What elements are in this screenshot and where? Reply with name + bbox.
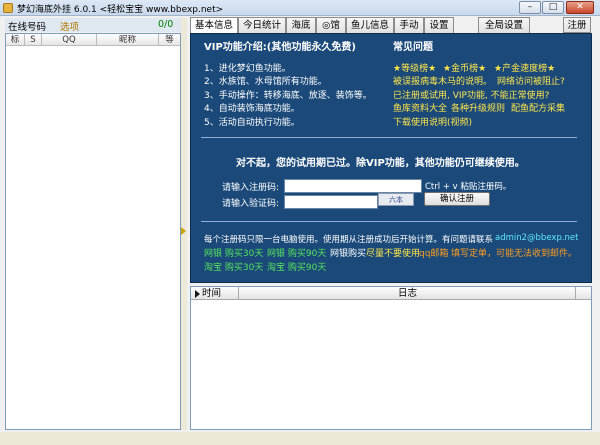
column-log[interactable]: 日志 bbox=[398, 287, 417, 300]
tab-manual[interactable]: 手动 bbox=[394, 17, 424, 33]
bank-purchase-label: 网银购买 bbox=[330, 249, 367, 259]
register-button[interactable]: 注册 bbox=[563, 17, 591, 33]
vip-panel: VIP功能介绍:(其他功能永久免费) 常见问题 1、进化梦幻鱼功能。 2、水族馆… bbox=[190, 33, 592, 283]
pay-note-qq: qq邮箱 bbox=[419, 249, 449, 259]
buy-90-taobao-link[interactable]: 淘宝 购买90天 bbox=[267, 260, 326, 273]
faq-title: 常见问题 bbox=[393, 42, 433, 53]
log-list[interactable] bbox=[190, 286, 592, 430]
close-button[interactable]: ✕ bbox=[566, 1, 594, 14]
contact-email[interactable]: admin2@bbexp.net bbox=[495, 233, 579, 243]
expand-arrow-icon[interactable] bbox=[181, 227, 186, 235]
tab-hall[interactable]: ◎馆 bbox=[316, 17, 346, 33]
divider bbox=[201, 137, 577, 138]
tab-basic-info[interactable]: 基本信息 bbox=[190, 17, 238, 33]
tab-today-stats[interactable]: 今日统计 bbox=[238, 17, 286, 33]
speed-ranking-link[interactable]: ★产金速度榜★ bbox=[494, 61, 555, 74]
window-title: 梦幻海底外挂 6.0.1 <轻松宝宝 www.bbexp.net> bbox=[17, 5, 224, 15]
captcha-image[interactable]: 六本 bbox=[378, 193, 414, 206]
row-pointer-icon bbox=[195, 290, 200, 298]
status-bar bbox=[0, 432, 600, 445]
feature-item: 3、手动操作：转移海底、放逐、装饰等。 bbox=[204, 91, 372, 101]
faq-network-link[interactable]: 网络访问被阻止? bbox=[497, 74, 565, 87]
column-time[interactable]: 时间 bbox=[202, 287, 221, 300]
upgrade-rules-link[interactable]: 各种升级规则 bbox=[451, 101, 505, 114]
level-ranking-link[interactable]: ★等级榜★ bbox=[393, 61, 436, 74]
vip-title: VIP功能介绍:(其他功能永久免费) bbox=[204, 42, 356, 53]
column-nickname[interactable]: 昵称 bbox=[97, 34, 159, 46]
confirm-register-button[interactable]: 确认注册 bbox=[424, 192, 490, 206]
video-guide-link[interactable]: 下载使用说明(视频) bbox=[393, 115, 472, 128]
column-separator bbox=[238, 287, 239, 300]
panel-splitter[interactable] bbox=[181, 18, 187, 430]
column-separator bbox=[575, 287, 576, 300]
buy-30-bank-link[interactable]: 网银 购买30天 bbox=[204, 246, 263, 259]
column-status[interactable]: S bbox=[25, 34, 42, 46]
tab-settings[interactable]: 设置 bbox=[424, 17, 454, 33]
tab-seabed[interactable]: 海底 bbox=[286, 17, 316, 33]
pay-note-rest: 填写定单，可能无法收到邮件。 bbox=[451, 249, 578, 259]
verify-code-input[interactable] bbox=[284, 195, 378, 209]
gold-ranking-link[interactable]: ★金币榜★ bbox=[443, 61, 486, 74]
trial-expired-message: 对不起，您的试用期已过。除VIP功能，其他功能仍可继续使用。 bbox=[236, 158, 525, 169]
column-level[interactable]: 等 bbox=[159, 34, 180, 46]
feature-item: 2、水族馆、水母馆所有功能。 bbox=[204, 77, 327, 87]
app-icon bbox=[3, 3, 13, 13]
feature-item: 5、活动自动执行功能。 bbox=[204, 118, 300, 128]
minimize-button[interactable]: – bbox=[519, 1, 541, 14]
online-count: 0/0 bbox=[158, 19, 174, 30]
register-note: 每个注册码只限一台电脑使用。使用期从注册成功后开始计算。有问题请联系 bbox=[204, 235, 494, 245]
tab-fish-info[interactable]: 鱼儿信息 bbox=[346, 17, 394, 33]
log-header bbox=[191, 287, 591, 300]
faq-vip-link[interactable]: 已注册或试用, VIP功能, 不能正常使用? bbox=[393, 88, 549, 101]
reg-code-input[interactable] bbox=[284, 179, 422, 193]
feature-item: 1、进化梦幻鱼功能。 bbox=[204, 64, 291, 74]
pay-note: 尽量不要使用 bbox=[366, 249, 421, 259]
tab-global-settings[interactable]: 全局设置 bbox=[478, 17, 530, 33]
buy-30-taobao-link[interactable]: 淘宝 购买30天 bbox=[204, 260, 263, 273]
fish-recipe-link[interactable]: 配鱼配方采集 bbox=[511, 101, 565, 114]
reg-code-label: 请输入注册码: bbox=[222, 183, 280, 193]
divider bbox=[201, 221, 577, 222]
fish-database-link[interactable]: 鱼库资料大全 bbox=[393, 101, 447, 114]
maximize-button[interactable]: □ bbox=[542, 1, 564, 14]
online-numbers-label: 在线号码 bbox=[8, 22, 47, 33]
buy-90-bank-link[interactable]: 网银 购买90天 bbox=[267, 246, 326, 259]
options-link[interactable]: 选项 bbox=[60, 19, 79, 33]
column-flag[interactable]: 标 bbox=[6, 34, 25, 46]
paste-hint: Ctrl + v 粘贴注册码。 bbox=[425, 182, 512, 192]
column-qq[interactable]: QQ bbox=[42, 34, 97, 46]
account-list[interactable] bbox=[5, 33, 181, 430]
feature-item: 4、自动装饰海底功能。 bbox=[204, 104, 300, 114]
faq-virus-link[interactable]: 被误报病毒木马的说明。 bbox=[393, 74, 492, 87]
verify-code-label: 请输入验证码: bbox=[222, 199, 280, 209]
